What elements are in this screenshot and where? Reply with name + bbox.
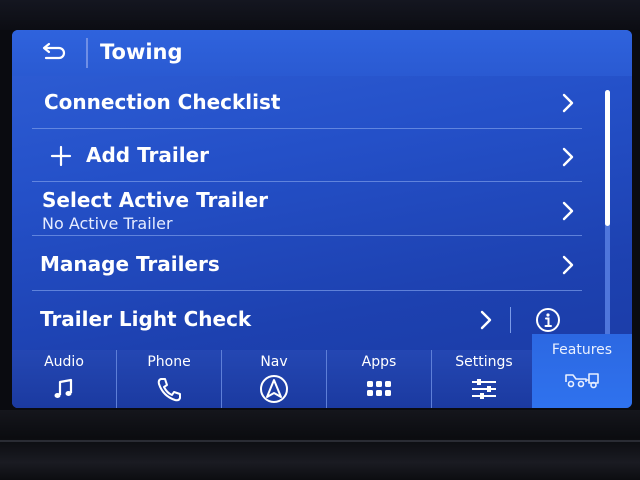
navigation-arrow-icon [259,374,289,404]
nav-label: Audio [44,354,84,370]
info-icon[interactable] [535,307,561,333]
nav-phone[interactable]: Phone [117,350,222,408]
list-item-label: Manage Trailers [40,252,220,276]
nav-label: Nav [260,354,288,370]
bezel-trim [0,440,640,442]
plus-icon [50,145,72,167]
header-bar: Towing [12,30,632,76]
nav-audio[interactable]: Audio [12,350,117,408]
header-divider [86,38,88,68]
towing-menu-list: Connection Checklist Add Trailer Select … [12,76,632,350]
list-item-label: Trailer Light Check [40,307,252,331]
chevron-right-icon [478,309,494,331]
back-button[interactable] [34,38,68,68]
list-item-trailer-light-check[interactable]: Trailer Light Check [12,291,600,350]
list-item-add-trailer[interactable]: Add Trailer [12,129,600,182]
nav-label: Phone [147,354,191,370]
chevron-right-icon [560,200,576,222]
scrollbar-thumb[interactable] [605,90,610,226]
nav-nav[interactable]: Nav [222,350,327,408]
nav-label: Features [551,342,613,358]
infotainment-screen: Towing Connection Checklist Add Trailer … [12,30,632,408]
back-arrow-icon [42,42,66,60]
bezel-bottom [0,410,640,480]
bezel-top [0,0,640,30]
list-item-label: Connection Checklist [44,90,281,114]
list-item-label: Select Active Trailer [42,188,269,212]
list-item-label: Add Trailer [86,143,210,167]
row-vertical-divider [510,307,511,333]
chevron-right-icon [560,146,576,168]
list-item-select-active-trailer[interactable]: Select Active Trailer No Active Trailer [12,182,600,236]
list-item-manage-trailers[interactable]: Manage Trailers [12,236,600,291]
settings-sliders-icon [469,374,499,404]
music-note-icon [49,374,79,404]
chevron-right-icon [560,92,576,114]
list-item-connection-checklist[interactable]: Connection Checklist [12,76,600,129]
chevron-right-icon [560,254,576,276]
nav-features[interactable]: Features [532,334,632,408]
phone-icon [154,374,184,404]
list-item-sublabel: No Active Trailer [42,214,173,233]
nav-settings[interactable]: Settings [432,350,537,408]
nav-label: Apps [361,354,397,370]
page-title: Towing [100,40,183,64]
nav-apps[interactable]: Apps [327,350,432,408]
nav-label: Settings [455,354,513,370]
truck-trailer-icon [564,368,600,390]
apps-grid-icon [364,374,394,404]
